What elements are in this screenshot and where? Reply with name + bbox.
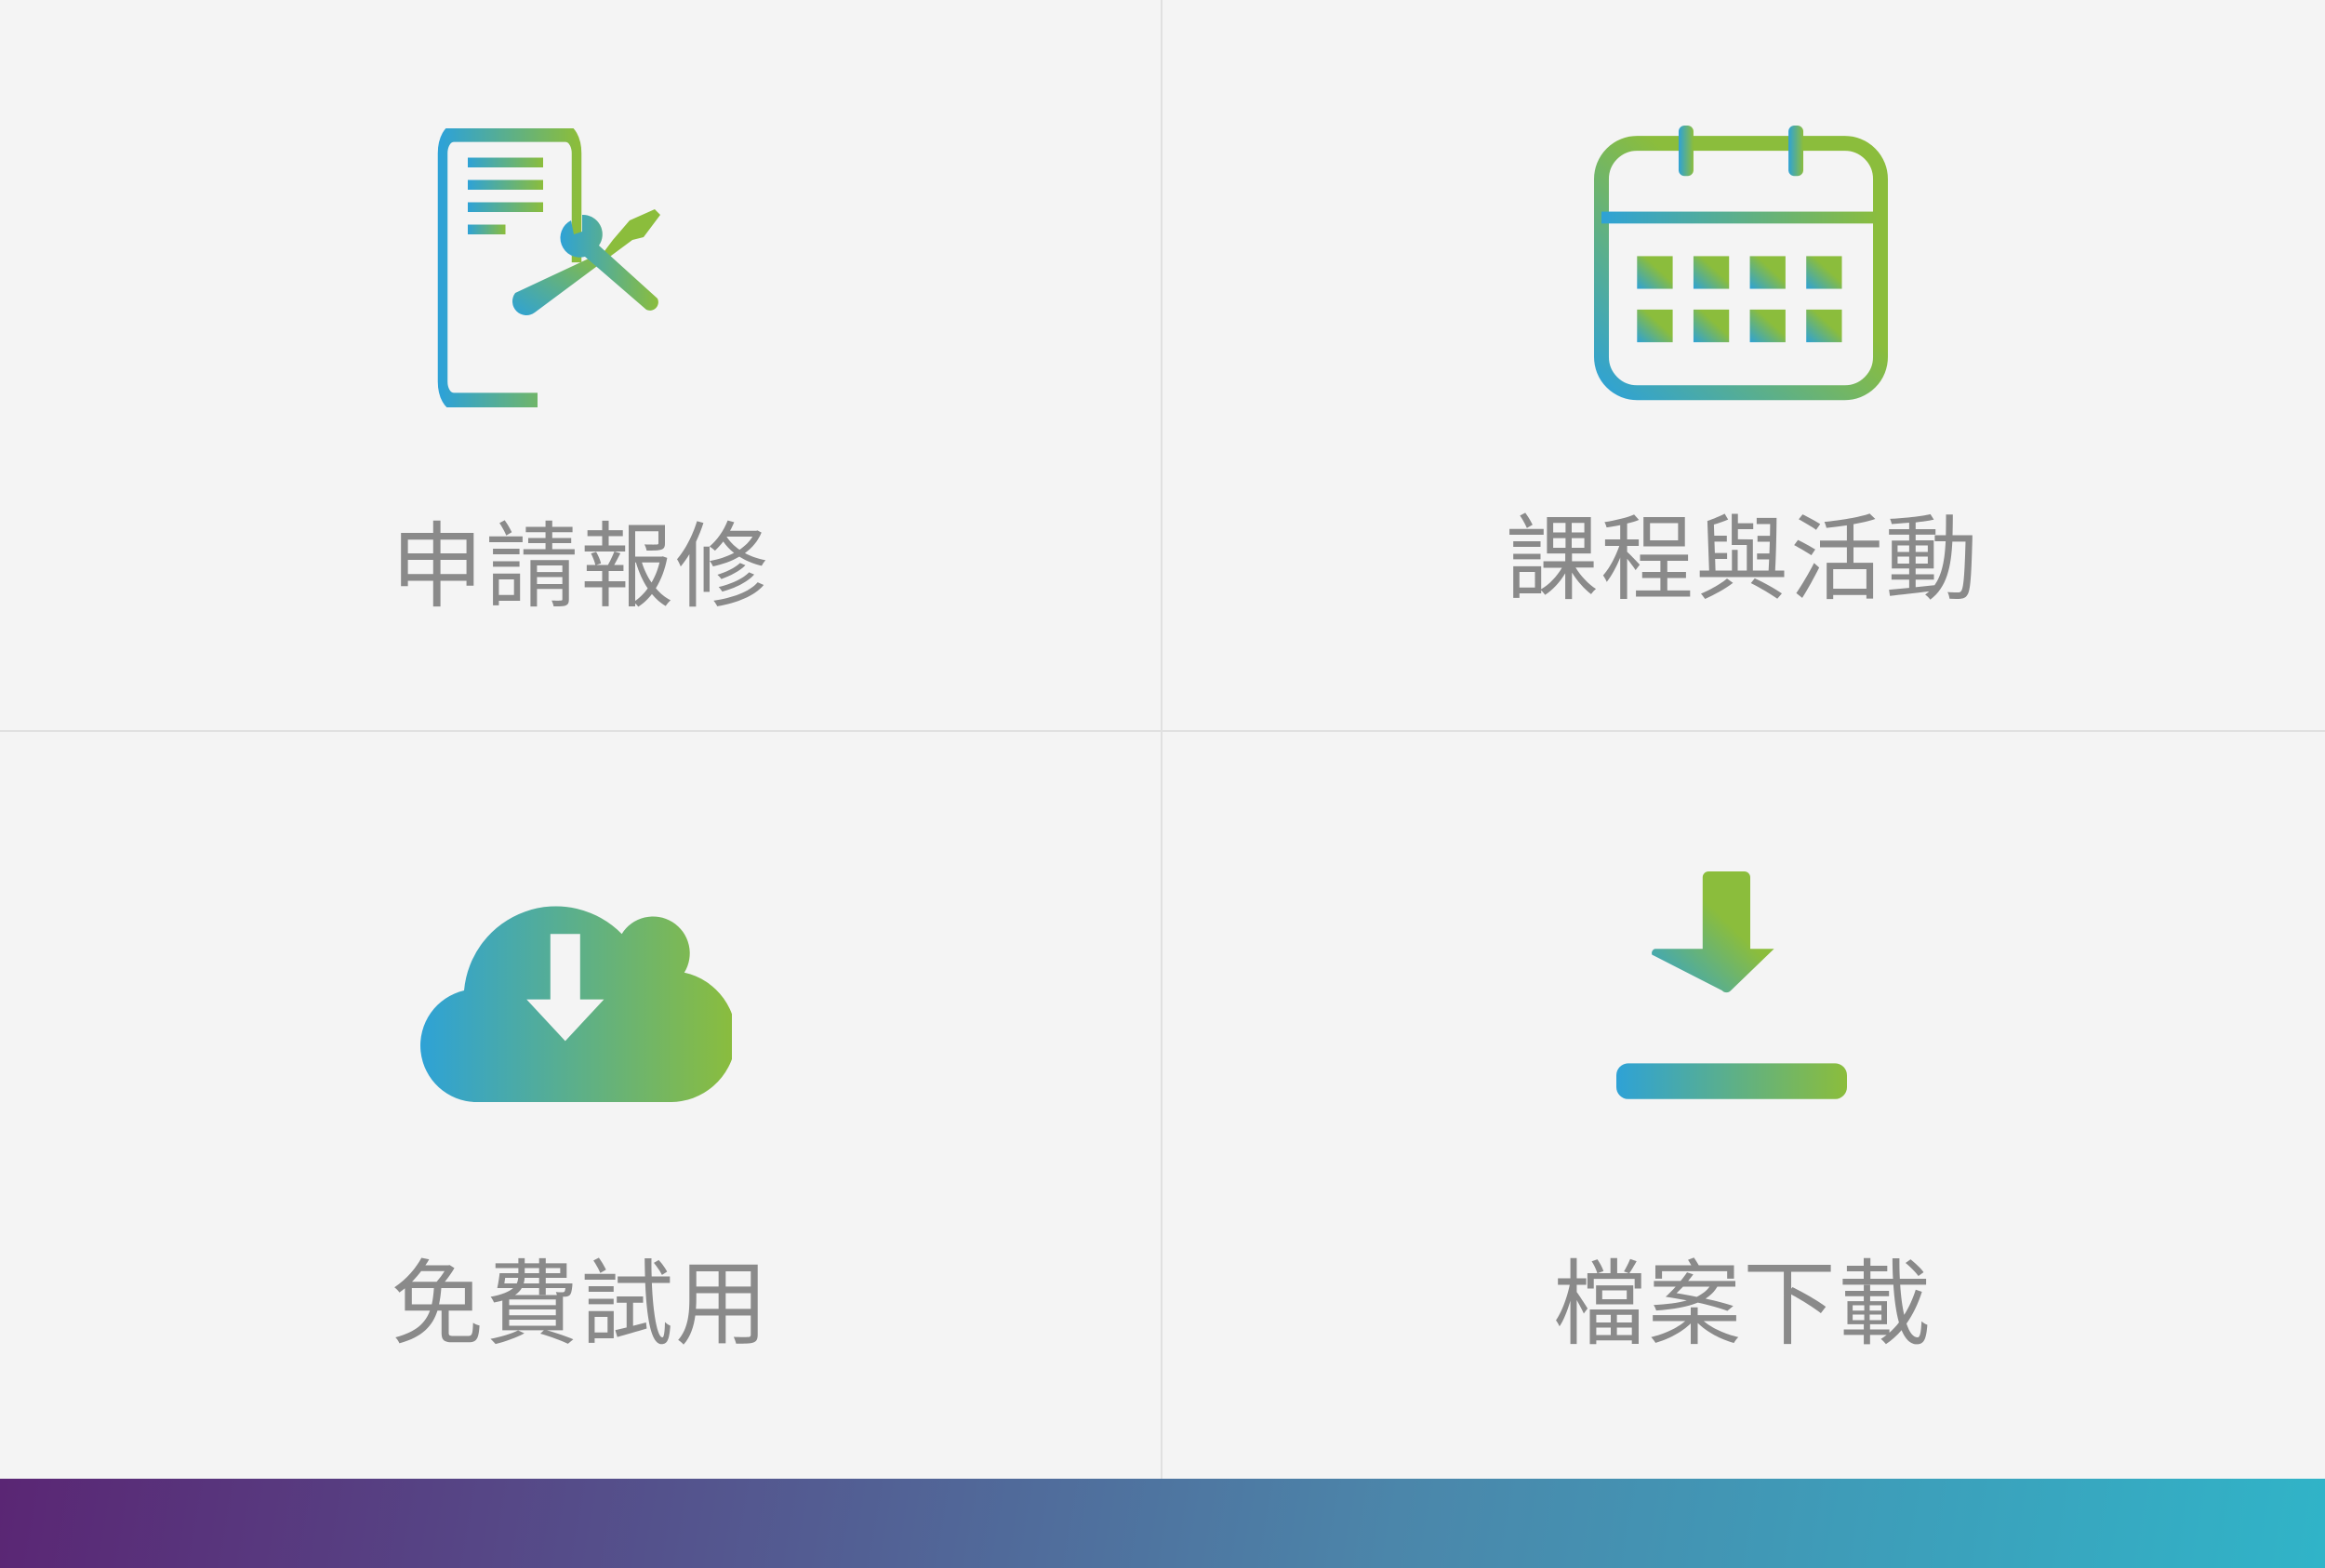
cloud-download-icon: [420, 906, 732, 1102]
column-divider: [1161, 0, 1162, 1479]
menu-item-label: 免費試用: [391, 1250, 770, 1359]
row-divider: [0, 730, 2325, 732]
calendar-icon: [1594, 126, 1888, 401]
menu-item-repair-request[interactable]: 申請報修: [0, 0, 1161, 731]
menu-item-label: 檔案下載: [1553, 1250, 1933, 1359]
menu-item-free-trial[interactable]: 免費試用: [0, 732, 1161, 1463]
menu-item-courses-events[interactable]: 課程與活動: [1162, 0, 2323, 731]
menu-item-label: 課程與活動: [1506, 505, 1980, 614]
menu-item-label: 申請報修: [391, 512, 770, 621]
repair-request-icon: [437, 128, 660, 407]
footer-gradient-bar: [0, 1479, 2325, 1568]
menu-item-file-download[interactable]: 檔案下載: [1162, 732, 2323, 1463]
download-icon: [1616, 871, 1847, 1099]
menu-grid: 申請報修 課程與活動 免費試用 檔案下載: [0, 0, 2325, 1479]
